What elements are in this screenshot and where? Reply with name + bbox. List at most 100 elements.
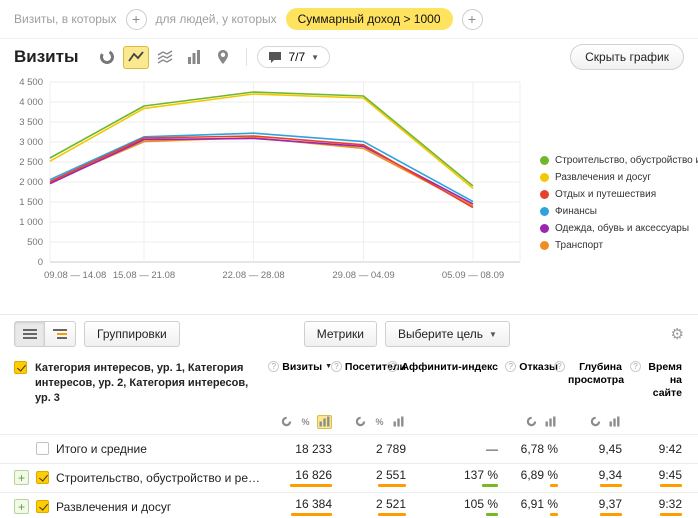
row-label[interactable]: Строительство, обустройство и ремонт [56,471,268,485]
expand-row-button[interactable]: + [14,499,29,514]
row-checkbox[interactable] [36,471,49,484]
column-header-label: Глубина просмотра [568,361,622,387]
value-bar [660,484,682,487]
dimension-cell: Итого и средние [0,442,268,456]
visits-condition-label: Визиты, в которых [14,12,117,26]
cell-value: 9:45 [659,468,682,482]
table-row: + Строительство, обустройство и ремонт 16 … [0,463,698,492]
cell-depth: 9,37 [566,497,630,516]
expand-row-button[interactable]: + [14,470,29,485]
bars-view-icon[interactable] [391,415,406,429]
select-all-checkbox[interactable] [14,361,27,374]
cell-visits: 16 826 [268,468,340,487]
svg-text:500: 500 [27,237,43,248]
table-row: +Развлечения и досуг16 3842 521105 %6,91… [0,492,698,518]
cell-value: 2 551 [376,468,406,482]
line-chart-icon[interactable] [123,46,149,69]
stacked-lines-icon[interactable] [152,46,178,69]
svg-text:09.08 — 14.08: 09.08 — 14.08 [44,270,106,281]
cell-value: 16 384 [295,497,332,511]
bars-view-icon[interactable] [543,415,558,429]
legend-item[interactable]: Транспорт [540,239,698,252]
column-header-time[interactable]: ?Время на сайте [630,353,690,412]
donut-view-icon[interactable] [279,415,294,429]
info-icon[interactable]: ? [331,361,342,372]
legend-item[interactable]: Финансы [540,205,698,218]
cell-affinity: 137 % [414,468,506,487]
add-visit-condition-button[interactable]: + [126,9,147,30]
row-label[interactable]: Развлечения и досуг [56,500,171,514]
legend-item[interactable]: Строительство, обустройство и ремонт [540,154,698,167]
segment-chip[interactable]: Суммарный доход > 1000 [286,8,453,30]
cell-value: 6,89 % [521,468,558,482]
comment-bubble-icon [268,51,282,64]
list-view-button[interactable] [14,321,45,347]
svg-text:1 000: 1 000 [19,217,43,228]
info-icon[interactable]: ? [268,361,279,372]
donut-view-icon[interactable] [524,415,539,429]
value-bar [291,513,332,516]
column-header-label: Аффинити-индекс [401,361,498,374]
column-header-affinity[interactable]: ?Аффинити-индекс [414,353,506,412]
drilldown-view-button[interactable] [45,321,76,347]
donut-view-icon[interactable] [353,415,368,429]
metric-view-switch-depth [566,415,630,429]
add-people-condition-button[interactable]: + [462,9,483,30]
dimension-header-cell: Категория интересов, ур. 1, Категория ин… [0,353,268,412]
svg-text:29.08 — 04.09: 29.08 — 04.09 [332,270,394,281]
percent-view-icon[interactable]: % [298,415,313,429]
table-toolbar: Группировки Метрики Выберите цель ▼ ⚙ [0,314,698,353]
value-bar [378,513,406,516]
row-checkbox[interactable] [36,442,49,455]
cell-value: 16 826 [295,468,332,482]
svg-text:2 500: 2 500 [19,157,43,168]
cell-time: 9:42 [630,442,690,456]
row-label: Итого и средние [56,442,147,456]
legend-color-dot [540,224,549,233]
section-title: Визиты [14,47,78,67]
cell-value: 137 % [464,468,498,482]
column-header-label: Визиты [282,361,322,374]
legend-item[interactable]: Одежда, обувь и аксессуары [540,222,698,235]
svg-text:4 500: 4 500 [19,77,43,88]
info-icon[interactable]: ? [505,361,516,372]
bar-chart-icon[interactable] [181,46,207,69]
value-bar [550,484,558,487]
info-icon[interactable]: ? [554,361,565,372]
legend-color-dot [540,173,549,182]
percent-view-icon[interactable]: % [372,415,387,429]
comments-button[interactable]: 7/7 ▼ [257,46,330,68]
cell-value: 2 521 [376,497,406,511]
goal-select[interactable]: Выберите цель ▼ [385,321,510,347]
cell-value: 18 233 [295,442,332,456]
chart-type-switcher [94,46,236,69]
row-checkbox[interactable] [36,500,49,513]
donut-view-icon[interactable] [588,415,603,429]
chart-header: Визиты 7/7 ▼ Скры [0,39,698,72]
value-bar [486,513,498,516]
value-bar [550,513,558,516]
legend-label: Строительство, обустройство и ремонт [555,154,698,167]
hide-chart-button[interactable]: Скрыть график [570,44,684,70]
metrica-report-page: Визиты, в которых + для людей, у которых… [0,0,698,518]
info-icon[interactable]: ? [630,361,641,372]
column-header-depth[interactable]: ?Глубина просмотра [566,353,630,412]
settings-gear-icon[interactable]: ⚙ [671,325,684,343]
visits-chart-area: 05001 0001 5002 0002 5003 0003 5004 0004… [0,72,698,314]
bars-view-icon[interactable] [607,415,622,429]
metrics-button[interactable]: Метрики [304,321,377,347]
legend-color-dot [540,241,549,250]
chart-legend: Строительство, обустройство и ремонт Разв… [540,154,698,252]
column-header-visits[interactable]: ?Визиты▼ [268,353,340,412]
cell-value: 6,78 % [521,442,558,456]
legend-label: Развлечения и досуг [555,171,651,184]
bars-view-icon[interactable] [317,415,332,429]
legend-item[interactable]: Отдых и путешествия [540,188,698,201]
cell-visitors: 2 789 [340,442,414,456]
cell-time: 9:45 [630,468,690,487]
pie-chart-icon[interactable] [94,46,120,69]
legend-item[interactable]: Развлечения и досуг [540,171,698,184]
groupings-button[interactable]: Группировки [84,321,180,347]
dimension-filler [0,415,268,429]
map-icon[interactable] [210,46,236,69]
